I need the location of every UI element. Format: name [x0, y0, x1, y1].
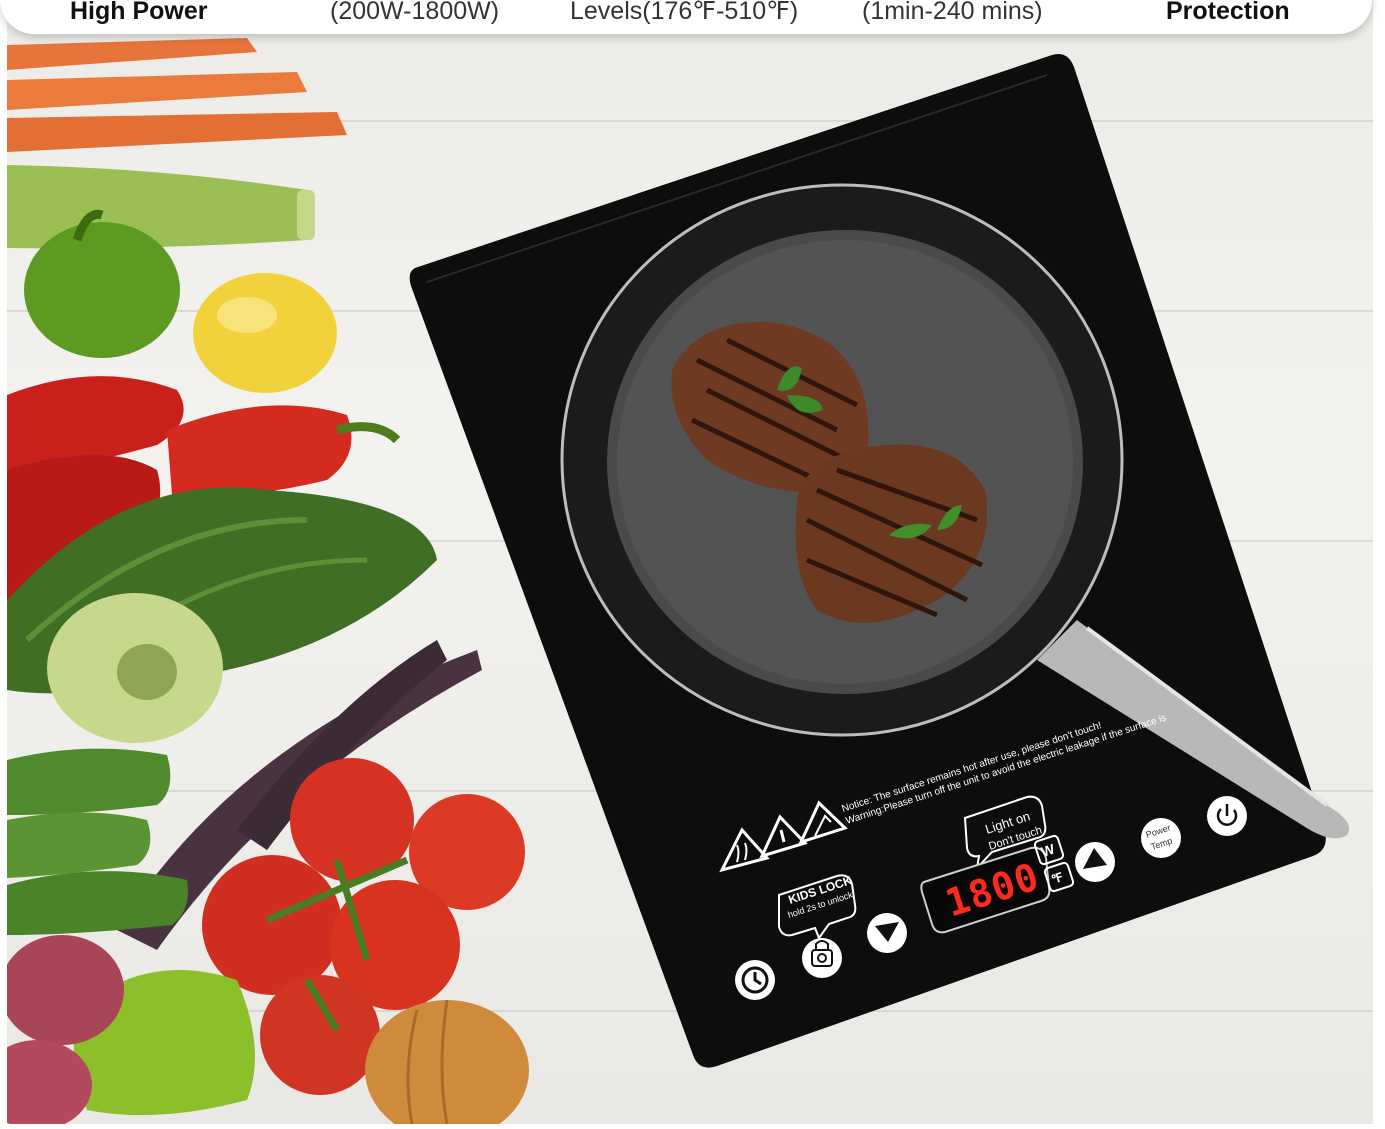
- timer-button[interactable]: [735, 960, 775, 1000]
- power-temp-button[interactable]: Power Temp: [1141, 818, 1181, 858]
- kids-lock-button[interactable]: [802, 938, 842, 978]
- product-photo: Notice: The surface remains hot after us…: [7, 0, 1373, 1124]
- feature-power-range: (200W-1800W): [330, 0, 500, 25]
- power-button[interactable]: [1207, 796, 1247, 836]
- feature-temp-levels: Levels(176℉-510℉): [570, 0, 799, 25]
- feature-banner: High Power (200W-1800W) Levels(176℉-510℉…: [0, 0, 1372, 34]
- feature-high-power: High Power: [70, 0, 208, 25]
- increase-button[interactable]: [1075, 842, 1115, 882]
- feature-timer-range: (1min-240 mins): [862, 0, 1043, 25]
- product-image: Notice: The surface remains hot after us…: [0, 0, 1385, 1129]
- feature-protection: Protection: [1166, 0, 1290, 25]
- decrease-button[interactable]: [867, 913, 907, 953]
- vegetables-illustration: [7, 38, 529, 1124]
